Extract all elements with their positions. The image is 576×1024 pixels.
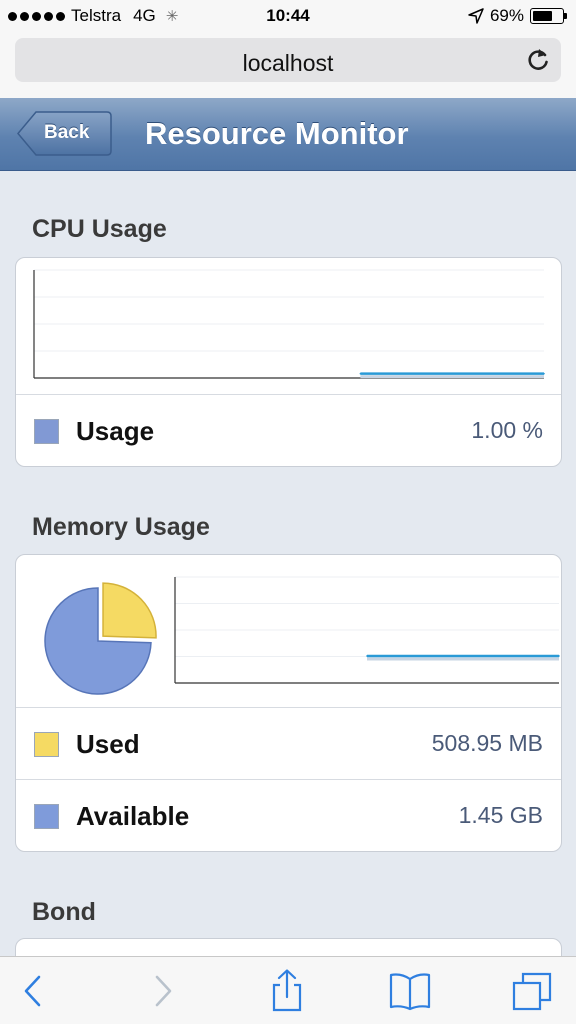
tabs-icon[interactable]	[510, 969, 554, 1013]
app-header: Back Resource Monitor	[0, 98, 576, 171]
memory-available-label: Available	[76, 801, 190, 831]
data-point	[359, 372, 362, 375]
cpu-usage-value: 1.00 %	[471, 417, 543, 443]
memory-used-swatch	[34, 732, 59, 757]
browser-chrome: localhost	[0, 32, 576, 98]
data-point	[558, 655, 560, 657]
forward-arrow-icon[interactable]	[140, 969, 184, 1013]
memory-pie-chart	[44, 582, 157, 695]
memory-used-value: 508.95 MB	[431, 730, 543, 756]
url-text: localhost	[242, 50, 334, 76]
battery-icon	[530, 8, 567, 24]
data-point	[390, 372, 392, 375]
share-icon[interactable]	[265, 969, 309, 1013]
memory-usage-chart	[174, 576, 560, 684]
page-title: Resource Monitor	[145, 116, 409, 151]
location-arrow-icon	[468, 8, 484, 24]
pie-slice-used	[102, 582, 157, 639]
battery-percent: 69%	[489, 6, 524, 25]
data-point	[482, 372, 484, 375]
cpu-section-title: CPU Usage	[32, 215, 167, 243]
data-point	[543, 372, 545, 375]
cpu-usage-label: Usage	[76, 416, 155, 446]
browser-toolbar	[0, 956, 576, 1024]
memory-used-row: Used 508.95 MB	[16, 707, 561, 779]
back-arrow-icon[interactable]	[12, 969, 56, 1013]
data-point	[462, 655, 464, 657]
status-right: 69%	[468, 6, 567, 26]
data-point	[512, 372, 515, 375]
cpu-usage-chart	[33, 269, 545, 379]
back-button[interactable]: Back	[16, 110, 113, 157]
memory-section-title: Memory Usage	[32, 513, 210, 541]
battery-fill	[533, 11, 553, 21]
data-point	[430, 655, 432, 657]
data-point	[366, 655, 368, 657]
cpu-usage-row: Usage 1.00 %	[16, 394, 561, 466]
cpu-card: Usage 1.00 %	[15, 257, 562, 467]
cpu-usage-swatch	[34, 419, 59, 444]
bond-section-title: Bond	[32, 898, 96, 926]
reload-icon[interactable]	[525, 46, 551, 74]
memory-available-swatch	[34, 804, 59, 829]
bookmarks-icon[interactable]	[388, 969, 432, 1013]
memory-used-label: Used	[76, 729, 140, 759]
back-button-label: Back	[44, 122, 90, 143]
data-point	[494, 655, 496, 657]
status-bar: Telstra 4G ✳ 10:44 69%	[0, 0, 576, 32]
memory-available-value: 1.45 GB	[458, 802, 543, 828]
address-bar[interactable]: localhost	[15, 38, 561, 82]
data-point	[451, 372, 454, 375]
data-point	[398, 655, 400, 657]
data-point	[526, 655, 528, 657]
memory-card: Used 508.95 MB Available 1.45 GB	[15, 554, 562, 852]
data-point	[420, 372, 423, 375]
memory-available-row: Available 1.45 GB	[16, 779, 561, 851]
